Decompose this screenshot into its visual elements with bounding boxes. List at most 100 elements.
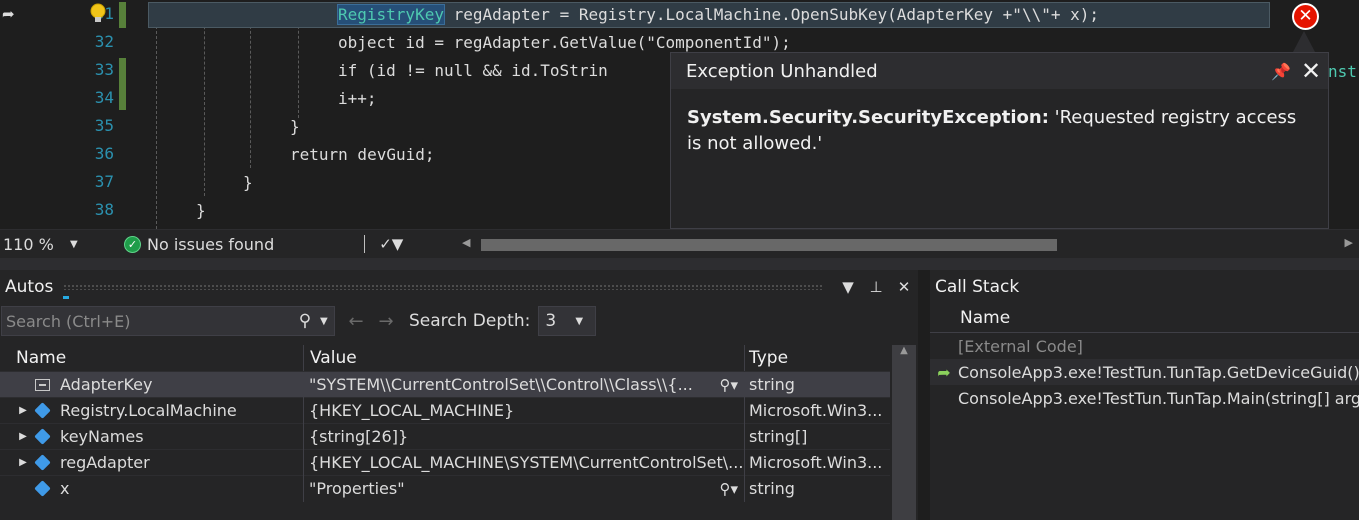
indent-guide (204, 6, 205, 196)
code-text: if (id != null && id.ToStrin (338, 61, 608, 80)
line-number: 36 (94, 144, 114, 163)
exception-message: System.Security.SecurityException: 'Requ… (671, 89, 1328, 173)
line-number: 38 (94, 200, 114, 219)
autos-title-bar: Autos ▼ ⊥ ✕ (0, 270, 918, 303)
search-placeholder: Search (Ctrl+E) (6, 311, 131, 331)
next-statement-arrow-icon[interactable]: ➦ (2, 5, 15, 23)
callstack-title-bar: Call Stack (930, 270, 1359, 303)
visualizer-icon[interactable]: ⚲▾ (719, 372, 738, 398)
variable-type: Microsoft.Win3... (749, 452, 883, 472)
code-line-35[interactable]: } (290, 113, 300, 141)
search-depth-value: 3 (545, 311, 557, 331)
variable-type: string[] (749, 426, 808, 446)
code-editor[interactable]: ➦ 31 32 33 34 35 36 37 38 RegistryKey re… (0, 0, 1359, 229)
frame-text: ConsoleApp3.exe!TestTun.TunTap.GetDevice… (958, 362, 1359, 382)
call-stack-frame[interactable]: ConsoleApp3.exe!TestTun.TunTap.Main(stri… (930, 385, 1359, 411)
variable-name: x (60, 479, 70, 498)
window-position-icon[interactable]: ▼ (834, 278, 862, 296)
column-header-type[interactable]: Type (745, 345, 890, 371)
autos-toolbar: Search (Ctrl+E) ⚲ ▼ ← → Search Depth: 3 … (0, 303, 918, 339)
accent-mark (63, 295, 70, 299)
property-icon (32, 402, 52, 419)
zoom-level: 110 % (3, 234, 54, 254)
close-icon[interactable]: ✕ (890, 278, 918, 296)
code-line-36[interactable]: return devGuid; (290, 141, 435, 169)
exception-header: Exception Unhandled 📌 ✕ (671, 53, 1328, 89)
variable-value[interactable]: {string[26]} (309, 424, 744, 450)
table-row[interactable]: ▶ Registry.LocalMachine {HKEY_LOCAL_MACH… (0, 397, 890, 424)
error-icon: ✕ (1292, 3, 1319, 30)
call-stack-frame[interactable]: ➦ ConsoleApp3.exe!TestTun.TunTap.GetDevi… (930, 359, 1359, 385)
variable-name: keyNames (60, 427, 144, 446)
scroll-up-icon[interactable]: ▲ (892, 345, 916, 356)
code-line-33[interactable]: if (id != null && id.ToStrin (338, 57, 608, 85)
call-stack-frame[interactable]: [External Code] (930, 333, 1359, 359)
selected-token[interactable]: RegistryKey (337, 4, 445, 25)
variable-name: Registry.LocalMachine (60, 401, 237, 420)
change-indicator (119, 58, 126, 110)
table-row[interactable]: x "Properties" ⚲▾ string (0, 475, 890, 502)
expand-icon[interactable]: ▶ (14, 431, 32, 442)
line-number: 32 (94, 32, 114, 51)
line-number: 34 (94, 88, 114, 107)
title-grip[interactable] (63, 283, 824, 299)
code-line-31[interactable]: RegistryKey regAdapter = Registry.LocalM… (337, 1, 1099, 29)
table-row[interactable]: AdapterKey "SYSTEM\\CurrentControlSet\\C… (0, 371, 890, 398)
code-text: } (290, 117, 300, 136)
pin-icon[interactable]: 📌 (1268, 62, 1294, 81)
search-next-icon[interactable]: → (371, 311, 401, 332)
indent-guide (250, 6, 251, 168)
local-variable-icon (32, 454, 52, 471)
code-line-37[interactable]: } (243, 169, 253, 197)
search-icon[interactable]: ⚲ (290, 311, 320, 331)
variable-type: Microsoft.Win3... (749, 400, 883, 420)
variable-value[interactable]: {HKEY_LOCAL_MACHINE\SYSTEM\CurrentContro… (309, 450, 744, 476)
table-row[interactable]: ▶ keyNames {string[26]} string[] (0, 423, 890, 450)
line-number: 35 (94, 116, 114, 135)
code-text: i++; (338, 89, 377, 108)
line-number: 37 (94, 172, 114, 191)
variable-type: string (749, 374, 795, 394)
brush-icon[interactable]: ✓▼ (379, 235, 403, 253)
table-row[interactable]: ▶ regAdapter {HKEY_LOCAL_MACHINE\SYSTEM\… (0, 449, 890, 476)
change-indicator (119, 2, 126, 28)
lightbulb-icon[interactable] (88, 2, 108, 26)
horizontal-scrollbar[interactable]: ◀ ▶ (462, 236, 1357, 252)
local-variable-icon (32, 428, 52, 445)
search-input[interactable]: Search (Ctrl+E) ⚲ ▼ (1, 306, 335, 336)
code-line-34[interactable]: i++; (338, 85, 377, 113)
zoom-dropdown[interactable]: 110 % ▼ (0, 235, 90, 254)
variable-value[interactable]: "Properties" (309, 476, 719, 502)
expand-icon[interactable]: ▶ (14, 405, 32, 416)
variable-value[interactable]: "SYSTEM\\CurrentControlSet\\Control\\Cla… (309, 372, 719, 398)
code-line-38[interactable]: } (196, 197, 206, 225)
grid-header: Name Value Type (0, 345, 890, 371)
column-header-value[interactable]: Value (304, 345, 745, 371)
visualizer-icon[interactable]: ⚲▾ (719, 476, 738, 502)
variable-type: string (749, 478, 795, 498)
search-previous-icon[interactable]: ← (341, 311, 371, 332)
close-icon[interactable]: ✕ (1294, 57, 1328, 85)
editor-status-bar: 110 % ▼ ✓ No issues found ✓▼ ◀ ▶ (0, 229, 1359, 258)
chevron-down-icon[interactable]: ▼ (320, 316, 334, 327)
panel-title: Autos (5, 276, 54, 297)
code-text: return devGuid; (290, 145, 435, 164)
variable-name: regAdapter (60, 453, 150, 472)
frame-text: [External Code] (958, 336, 1083, 356)
column-header-name[interactable]: Name (0, 345, 304, 371)
chevron-down-icon: ▼ (575, 315, 584, 327)
column-header-name[interactable]: Name (930, 303, 1359, 333)
search-depth-select[interactable]: 3 ▼ (538, 306, 597, 336)
scroll-left-icon[interactable]: ◀ (462, 236, 470, 249)
panel-splitter[interactable] (0, 258, 1359, 270)
variable-value[interactable]: {HKEY_LOCAL_MACHINE} (309, 398, 744, 424)
scrollbar-thumb[interactable] (481, 239, 1057, 251)
pin-icon[interactable]: ⊥ (862, 278, 890, 296)
code-overflow-text: nst (1328, 62, 1357, 81)
autos-panel: Autos ▼ ⊥ ✕ Search (Ctrl+E) ⚲ ▼ ← → Sear… (0, 270, 918, 520)
vertical-scrollbar[interactable]: ▲ (892, 345, 916, 520)
code-text: } (196, 201, 206, 220)
expand-icon[interactable]: ▶ (14, 457, 32, 468)
issues-status[interactable]: No issues found (147, 235, 274, 254)
scroll-right-icon[interactable]: ▶ (1345, 236, 1353, 249)
